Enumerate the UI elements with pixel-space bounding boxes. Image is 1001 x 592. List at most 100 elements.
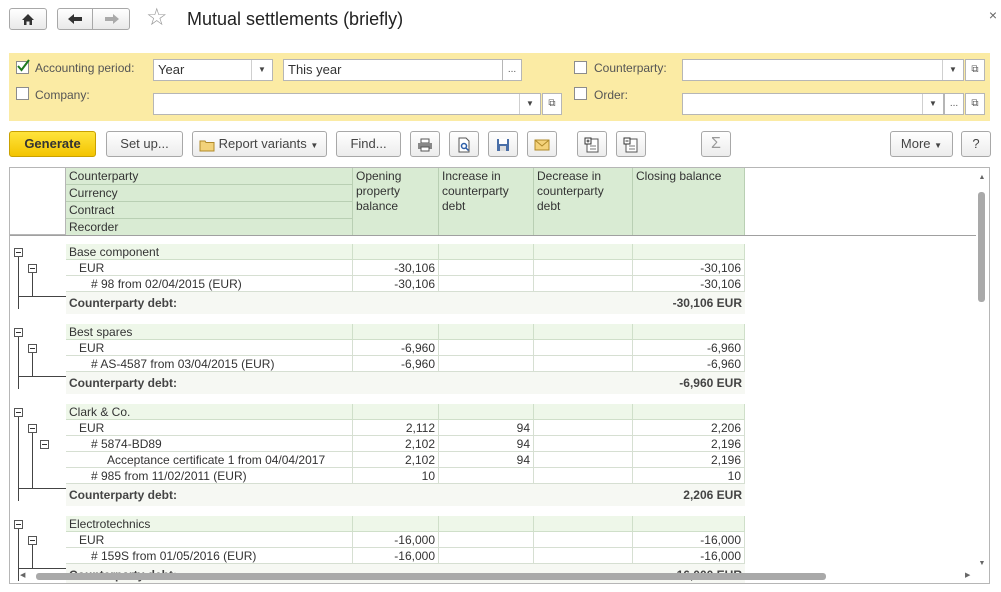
value-opening: -16,000 (353, 548, 439, 564)
company-field[interactable]: ▼ (153, 93, 541, 115)
tree-line (18, 337, 19, 389)
period-select-button[interactable]: ... (502, 59, 522, 81)
find-button[interactable]: Find... (336, 131, 401, 157)
period-type-select[interactable]: Year ▼ (153, 59, 273, 81)
back-button[interactable] (57, 8, 93, 30)
collapse-toggle-icon[interactable] (40, 440, 49, 449)
email-button[interactable] (527, 131, 557, 157)
report-spreadsheet[interactable]: Counterparty Currency Contract Recorder … (9, 167, 990, 584)
value-decrease (534, 260, 633, 276)
close-icon[interactable]: × (989, 7, 997, 23)
order-open-button[interactable]: ⧉ (965, 93, 985, 115)
chevron-down-icon[interactable]: ▼ (942, 60, 963, 80)
value-closing: -6,960 (633, 340, 745, 356)
setup-button[interactable]: Set up... (106, 131, 183, 157)
accounting-period-checkbox[interactable] (16, 59, 30, 74)
order-checkbox[interactable] (574, 87, 587, 100)
print-button[interactable] (410, 131, 440, 157)
counterparty-debt-label: Counterparty debt: (66, 372, 633, 394)
collapse-groups-icon (623, 137, 638, 153)
horizontal-scroll-thumb[interactable] (36, 573, 826, 580)
scroll-up-arrow[interactable]: ▲ (977, 174, 987, 184)
horizontal-scrollbar[interactable]: ◀ ▶ (20, 571, 975, 581)
tree-line (32, 545, 33, 568)
counterparty-name: Electrotechnics (66, 516, 353, 532)
home-icon (22, 14, 34, 25)
order-field[interactable]: ▼ (682, 93, 944, 115)
expand-all-button[interactable] (577, 131, 607, 157)
vertical-scroll-thumb[interactable] (978, 192, 985, 302)
collapse-toggle-icon[interactable] (14, 248, 23, 257)
counterparty-field[interactable]: ▼ (682, 59, 964, 81)
value-increase: 94 (439, 436, 534, 452)
row-label: EUR (66, 340, 353, 356)
filter-panel: Accounting period: Year ▼ This year ... … (9, 53, 990, 121)
value-opening: -30,106 (353, 276, 439, 292)
help-button[interactable]: ? (961, 131, 991, 157)
scroll-down-arrow[interactable]: ▼ (977, 560, 987, 570)
chevron-down-icon[interactable]: ▼ (251, 60, 272, 80)
scroll-right-arrow[interactable]: ▶ (965, 571, 975, 581)
collapse-toggle-icon[interactable] (28, 344, 37, 353)
value-decrease (534, 548, 633, 564)
more-button[interactable]: More ▼ (890, 131, 953, 157)
envelope-icon (534, 139, 550, 151)
group-cell-increase (439, 244, 534, 260)
company-open-button[interactable]: ⧉ (542, 93, 562, 115)
value-opening: -30,106 (353, 260, 439, 276)
counterparty-checkbox[interactable] (574, 61, 587, 74)
header-counterparty: Counterparty (66, 168, 353, 185)
vertical-scrollbar[interactable]: ▲ ▼ (977, 174, 987, 570)
value-increase (439, 276, 534, 292)
tree-line (32, 433, 33, 488)
value-closing: -6,960 (633, 356, 745, 372)
home-button[interactable] (9, 8, 47, 30)
header-decrease: Decrease in counterparty debt (534, 168, 633, 236)
value-increase: 94 (439, 452, 534, 468)
value-closing: 10 (633, 468, 745, 484)
value-opening: -16,000 (353, 532, 439, 548)
chevron-down-icon: ▼ (934, 141, 943, 150)
more-label: More (900, 136, 931, 151)
tree-line (18, 296, 66, 297)
value-decrease (534, 468, 633, 484)
collapse-toggle-icon[interactable] (28, 536, 37, 545)
group-cell-opening (353, 324, 439, 340)
group-cell-closing (633, 324, 745, 340)
scroll-left-arrow[interactable]: ◀ (20, 571, 30, 581)
collapse-toggle-icon[interactable] (14, 328, 23, 337)
value-closing: -16,000 (633, 548, 745, 564)
generate-button[interactable]: Generate (9, 131, 96, 157)
chevron-down-icon[interactable]: ▼ (922, 94, 943, 114)
page-title: Mutual settlements (briefly) (187, 9, 404, 29)
group-cell-closing (633, 404, 745, 420)
row-label: # AS-4587 from 03/04/2015 (EUR) (66, 356, 353, 372)
accounting-period-label: Accounting period: (35, 61, 135, 75)
group-cell-increase (439, 404, 534, 420)
chevron-down-icon[interactable]: ▼ (519, 94, 540, 114)
collapse-toggle-icon[interactable] (14, 520, 23, 529)
period-value-field[interactable]: This year (283, 59, 503, 81)
group-cell-opening (353, 244, 439, 260)
collapse-toggle-icon[interactable] (14, 408, 23, 417)
value-decrease (534, 532, 633, 548)
forward-button[interactable] (92, 8, 130, 30)
sum-button[interactable]: Σ (701, 131, 731, 157)
collapse-toggle-icon[interactable] (28, 264, 37, 273)
report-variants-button[interactable]: Report variants ▼ (192, 131, 327, 157)
save-disk-icon (497, 138, 509, 151)
row-label: # 98 from 02/04/2015 (EUR) (66, 276, 353, 292)
favorite-star-icon[interactable]: ☆ (146, 6, 168, 30)
value-opening: 2,102 (353, 436, 439, 452)
company-checkbox[interactable] (16, 87, 29, 100)
order-select-button[interactable]: ... (944, 93, 964, 115)
save-button[interactable] (488, 131, 518, 157)
counterparty-open-button[interactable]: ⧉ (965, 59, 985, 81)
group-cell-increase (439, 324, 534, 340)
collapse-all-button[interactable] (616, 131, 646, 157)
collapse-toggle-icon[interactable] (28, 424, 37, 433)
preview-button[interactable] (449, 131, 479, 157)
counterparty-debt-label: Counterparty debt: (66, 484, 633, 506)
group-cell-opening (353, 404, 439, 420)
value-increase (439, 532, 534, 548)
